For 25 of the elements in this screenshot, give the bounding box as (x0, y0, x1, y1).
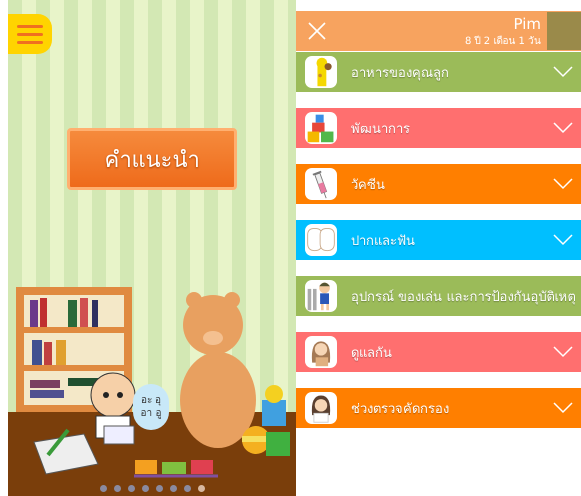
menu-item[interactable]: ปากและฟัน (296, 220, 581, 260)
child-age: 8 ปี 2 เดือน 1 วัน (465, 34, 541, 48)
baby-drawing (90, 372, 136, 444)
menu-item[interactable]: อาหารของคุณลูก (296, 52, 581, 92)
advice-button[interactable]: คำแนะนำ (67, 128, 237, 190)
menu-item[interactable]: พัฒนาการ (296, 108, 581, 148)
blocks-icon (305, 112, 337, 144)
speech-text: อา อู (140, 407, 162, 420)
photo-placeholder (547, 12, 581, 50)
girl-icon (305, 336, 337, 368)
child-name: Pim (514, 14, 541, 32)
menu-button[interactable] (8, 14, 52, 54)
menu-item[interactable]: วัคซีน (296, 164, 581, 204)
close-icon[interactable] (308, 22, 326, 40)
menu-item[interactable]: ช่วงตรวจคัดกรอง (296, 388, 581, 428)
notebook-drawing (33, 428, 99, 475)
giraffe-icon (305, 56, 337, 88)
speech-text: อะ อุ (140, 394, 162, 407)
doctor-icon (305, 392, 337, 424)
teeth-icon (305, 224, 337, 256)
child-icon (305, 280, 337, 312)
syringe-icon (305, 168, 337, 200)
menu-item[interactable]: อุปกรณ์ ของเล่น และการป้องกันอุบัติเหตุ (296, 276, 581, 316)
toy-block-drawing (262, 385, 290, 456)
menu-item[interactable]: ดูแลกัน (296, 332, 581, 372)
